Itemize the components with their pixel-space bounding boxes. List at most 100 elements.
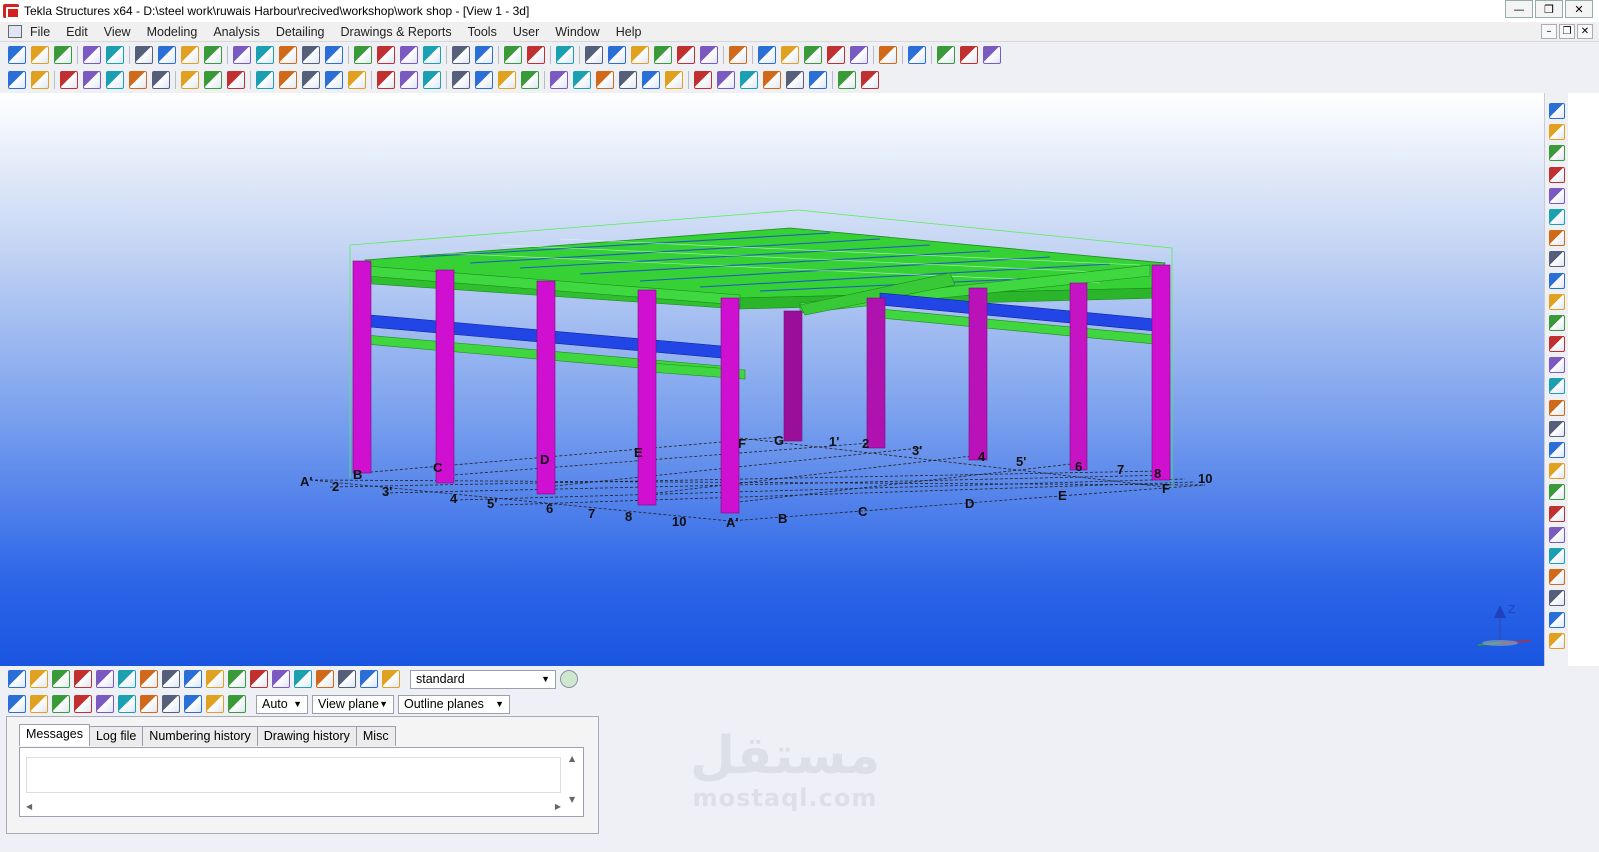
select-in-assembly-icon[interactable] [338,670,356,688]
pin-icon[interactable] [729,46,747,64]
component2-icon[interactable] [527,46,545,64]
snap-reference-icon[interactable] [8,695,26,713]
move-special-icon[interactable] [781,46,799,64]
construction-line-icon[interactable] [838,71,856,89]
select-welds-icon[interactable] [184,670,202,688]
copy-icon[interactable] [135,46,153,64]
sketch-icon[interactable] [983,46,1001,64]
profile-rhs-icon[interactable] [1548,336,1565,353]
bolt-icon[interactable] [550,71,568,89]
profile-z-icon[interactable] [1548,399,1565,416]
menu-analysis[interactable]: Analysis [213,25,260,39]
restore-button[interactable]: ❐ [1535,0,1563,18]
profile-sq-icon[interactable] [1548,505,1565,522]
select-surface-icon[interactable] [52,670,70,688]
redo-icon[interactable] [106,46,124,64]
curved-beam-icon[interactable] [325,71,343,89]
profile-x-icon[interactable] [1548,632,1565,649]
tab-misc[interactable]: Misc [355,726,396,746]
drawing-list-icon[interactable] [377,46,395,64]
binoculars-icon[interactable] [1548,145,1565,162]
more-icon[interactable] [937,46,955,64]
point-icon[interactable] [694,71,712,89]
folder-icon[interactable] [960,46,978,64]
slab-icon[interactable] [521,71,539,89]
beam-steel-icon[interactable] [279,71,297,89]
paste-icon[interactable] [158,46,176,64]
erase-icon[interactable] [31,71,49,89]
pad-footing-icon[interactable] [475,71,493,89]
mdi-restore-button[interactable]: ❐ [1559,24,1575,39]
select-grid-icon[interactable] [96,670,114,688]
tab-log-file[interactable]: Log file [88,726,144,746]
menu-window[interactable]: Window [555,25,599,39]
menu-tools[interactable]: Tools [468,25,497,39]
lattice-icon[interactable] [227,71,245,89]
select-assemblies-icon[interactable] [272,670,290,688]
menu-help[interactable]: Help [616,25,642,39]
ifc-icon[interactable] [804,46,822,64]
select-in-component-icon[interactable] [316,670,334,688]
lock-icon[interactable] [8,71,26,89]
profile-chs-icon[interactable] [1548,314,1565,331]
menu-file[interactable]: File [30,25,50,39]
point-along-icon[interactable] [717,71,735,89]
select-bolts-icon[interactable] [162,670,180,688]
tab-drawing-history[interactable]: Drawing history [256,726,357,746]
strip-footing-icon[interactable] [498,71,516,89]
plate-icon[interactable] [129,71,147,89]
tab-messages[interactable]: Messages [19,724,90,746]
component-catalog-icon[interactable] [504,46,522,64]
fitting-icon[interactable] [619,71,637,89]
window-icon[interactable] [256,46,274,64]
outline-planes-dropdown[interactable]: Outline planes ▼ [398,694,510,714]
point-extension-icon[interactable] [740,71,758,89]
profile-wt-icon[interactable] [1548,569,1565,586]
profile-c-icon[interactable] [1548,378,1565,395]
select-cuts-icon[interactable] [206,670,224,688]
profile-ubp-icon[interactable] [1548,293,1565,310]
select-objects-icon[interactable] [294,670,312,688]
save-icon[interactable] [54,46,72,64]
point-tangent-icon[interactable] [809,71,827,89]
template-icon[interactable] [423,46,441,64]
select-reinforcement-icon[interactable] [250,670,268,688]
minimize-button[interactable]: — [1505,0,1533,18]
profile-pl-icon[interactable] [1548,442,1565,458]
line-cut-icon[interactable] [642,71,660,89]
polygon-cut-icon[interactable] [665,71,683,89]
snap-override-icon[interactable] [228,695,246,713]
profile-fl-icon[interactable] [1548,463,1565,480]
new-icon[interactable] [8,46,26,64]
snap-nearest-icon[interactable] [52,695,70,713]
filter-settings-icon[interactable] [560,670,578,688]
mdi-minimize-button[interactable]: – [1541,24,1557,39]
menu-view[interactable]: View [104,25,131,39]
bolt-measure-icon[interactable] [700,46,718,64]
import-icon[interactable] [850,46,868,64]
snap2-icon[interactable] [475,46,493,64]
paragraph-icon[interactable] [1548,208,1565,225]
profile-u-icon[interactable] [1548,526,1565,543]
grid-icon[interactable] [608,46,626,64]
open-icon[interactable] [31,46,49,64]
polybeam-icon[interactable] [106,71,124,89]
forward-arrow-icon[interactable] [1548,187,1565,204]
profile-heb-icon[interactable] [1548,251,1565,268]
concrete-column-icon[interactable] [377,71,395,89]
select-parts-icon[interactable] [30,670,48,688]
menu-modeling[interactable]: Modeling [147,25,198,39]
menu-drawings-reports[interactable]: Drawings & Reports [341,25,452,39]
plane-depth-dropdown[interactable]: Auto ▼ [256,694,308,714]
select-all-icon[interactable] [8,670,26,688]
snap-intersect-icon[interactable] [184,695,202,713]
cut-part-icon[interactable] [596,71,614,89]
snap-icon[interactable] [452,46,470,64]
messages-text-area[interactable] [26,757,561,793]
measure-icon[interactable] [631,46,649,64]
copy-special-icon[interactable] [758,46,776,64]
snap-points-icon[interactable] [162,695,180,713]
fit-icon[interactable] [1548,103,1565,119]
report-icon[interactable] [354,46,372,64]
inquire-icon[interactable] [423,71,441,89]
